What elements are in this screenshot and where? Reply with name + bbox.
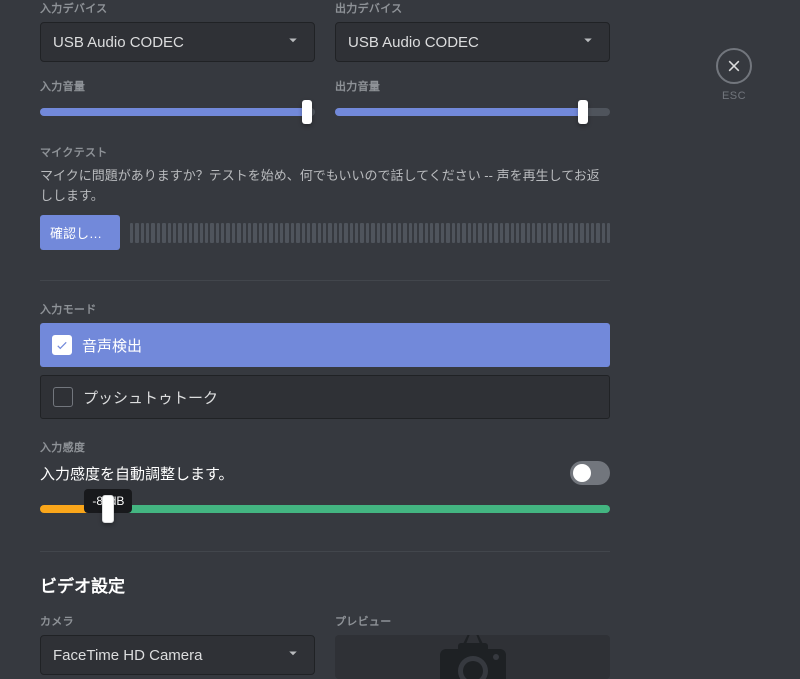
input-volume-slider[interactable] [40, 100, 315, 124]
input-device-label: 入力デバイス [40, 0, 315, 16]
input-device-select[interactable]: USB Audio CODEC [40, 22, 315, 62]
video-settings-title: ビデオ設定 [40, 572, 610, 597]
chevron-down-icon [284, 644, 302, 666]
voice-activity-label: 音声検出 [82, 335, 142, 356]
mic-vu-meter [130, 223, 610, 243]
output-volume-slider[interactable] [335, 100, 610, 124]
input-device-value: USB Audio CODEC [53, 34, 184, 51]
toggle-thumb [573, 464, 591, 482]
divider [40, 551, 610, 552]
checkbox-checked-icon [52, 335, 72, 355]
input-volume-label: 入力音量 [40, 78, 315, 94]
checkbox-empty-icon [53, 387, 73, 407]
mic-test-desc: マイクに問題がありますか？テストを始め、何でもいいので話してください -- 声を… [40, 166, 610, 205]
sensitivity-auto-text: 入力感度を自動調整します。 [40, 463, 234, 484]
mode-voice-activity[interactable]: 音声検出 [40, 323, 610, 367]
output-volume-label: 出力音量 [335, 78, 610, 94]
mic-test-label: マイクテスト [40, 144, 610, 160]
mode-push-to-talk[interactable]: プッシュトゥトーク [40, 375, 610, 419]
camera-icon [428, 635, 518, 679]
output-device-select[interactable]: USB Audio CODEC [335, 22, 610, 62]
preview-label: プレビュー [335, 613, 610, 629]
output-device-label: 出力デバイス [335, 0, 610, 16]
mic-test-button[interactable]: 確認しまし... [40, 215, 120, 250]
auto-sensitivity-toggle[interactable] [570, 461, 610, 485]
close-button[interactable] [716, 48, 752, 84]
close-esc-label: ESC [716, 90, 752, 102]
video-preview [335, 635, 610, 679]
input-mode-label: 入力モード [40, 301, 610, 317]
push-to-talk-label: プッシュトゥトーク [83, 387, 218, 408]
output-device-value: USB Audio CODEC [348, 34, 479, 51]
divider [40, 280, 610, 281]
chevron-down-icon [579, 31, 597, 53]
chevron-down-icon [284, 31, 302, 53]
camera-label: カメラ [40, 613, 315, 629]
sensitivity-slider[interactable]: -88dB [40, 497, 610, 521]
sensitivity-label: 入力感度 [40, 439, 610, 455]
camera-select[interactable]: FaceTime HD Camera [40, 635, 315, 675]
close-icon [726, 58, 742, 74]
